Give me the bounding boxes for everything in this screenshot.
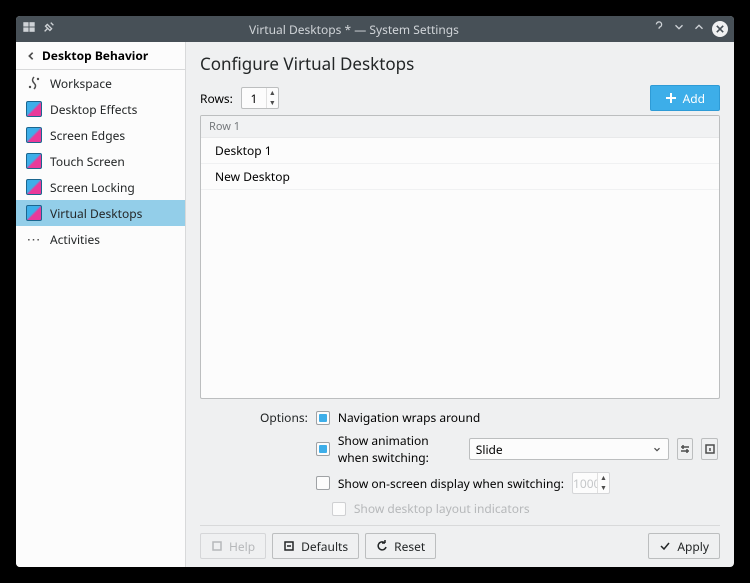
plus-icon [665,92,677,104]
rows-spinbox[interactable]: ▲▼ [241,87,279,109]
button-bar: Help Defaults Reset Apply [200,525,720,559]
desktop-list: Row 1 Desktop 1 New Desktop [200,115,720,399]
info-icon [704,443,716,455]
page-title: Configure Virtual Desktops [200,52,720,75]
help-icon [211,540,223,552]
sidebar-item-touch-screen[interactable]: Touch Screen [16,148,185,174]
anim-settings-button[interactable] [677,438,694,460]
rows-label: Rows: [200,90,233,107]
list-item[interactable]: Desktop 1 [201,138,719,164]
app-menu-icon[interactable] [22,20,36,38]
screen-locking-icon [26,179,42,195]
show-osd-checkbox[interactable] [316,476,330,490]
workspace-icon [26,75,42,91]
sliders-icon [679,443,691,455]
show-layout-checkbox [332,502,346,516]
add-button[interactable]: Add [650,85,720,111]
reset-icon [376,540,388,552]
close-icon[interactable] [712,21,728,37]
sidebar-nav: Workspace Desktop Effects Screen Edges T… [16,70,185,252]
nav-wraps-label: Navigation wraps around [338,409,480,426]
show-anim-checkbox[interactable] [316,442,330,456]
spin-up-icon: ▲ [598,473,609,483]
virtual-desktops-icon [26,205,42,221]
apply-button[interactable]: Apply [648,533,720,559]
sidebar: Desktop Behavior Workspace Desktop Effec… [16,42,186,567]
breadcrumb[interactable]: Desktop Behavior [16,42,185,70]
osd-duration-input [573,473,597,494]
show-layout-label: Show desktop layout indicators [354,500,530,517]
window-title: Virtual Desktops * — System Settings [56,21,652,38]
defaults-icon [283,540,295,552]
sidebar-item-screen-edges[interactable]: Screen Edges [16,122,185,148]
options-label: Options: [260,409,308,426]
anim-info-button[interactable] [701,438,718,460]
sidebar-item-desktop-effects[interactable]: Desktop Effects [16,96,185,122]
content-pane: Configure Virtual Desktops Rows: ▲▼ Add … [186,42,734,567]
touch-screen-icon [26,153,42,169]
minimize-icon[interactable] [672,20,686,38]
help-button[interactable]: Help [200,533,266,559]
list-group-header: Row 1 [201,116,719,138]
chevron-left-icon [26,51,36,61]
activities-icon: ⋯ [26,231,42,247]
help-icon[interactable] [652,20,666,38]
nav-wraps-checkbox[interactable] [316,411,330,425]
sidebar-item-workspace[interactable]: Workspace [16,70,185,96]
chevron-down-icon [652,444,662,454]
sidebar-item-screen-locking[interactable]: Screen Locking [16,174,185,200]
titlebar: Virtual Desktops * — System Settings [16,16,734,42]
show-osd-label: Show on-screen display when switching: [338,475,564,492]
spin-down-icon[interactable]: ▼ [267,98,278,108]
pin-icon[interactable] [42,20,56,38]
check-icon [659,540,671,552]
rows-input[interactable] [242,88,266,109]
show-anim-label: Show animation when switching: [338,432,461,466]
sidebar-item-virtual-desktops[interactable]: Virtual Desktops [16,200,185,226]
screen-edges-icon [26,127,42,143]
maximize-icon[interactable] [692,20,706,38]
spin-down-icon: ▼ [598,483,609,493]
osd-duration-spinbox: ▲▼ [572,472,610,494]
sidebar-item-activities[interactable]: ⋯ Activities [16,226,185,252]
defaults-button[interactable]: Defaults [272,533,359,559]
spin-up-icon[interactable]: ▲ [267,88,278,98]
anim-combobox[interactable]: Slide [469,438,669,460]
reset-button[interactable]: Reset [365,533,436,559]
options-grid: Options: Navigation wraps around Show an… [200,409,720,517]
list-item[interactable]: New Desktop [201,164,719,190]
desktop-effects-icon [26,101,42,117]
